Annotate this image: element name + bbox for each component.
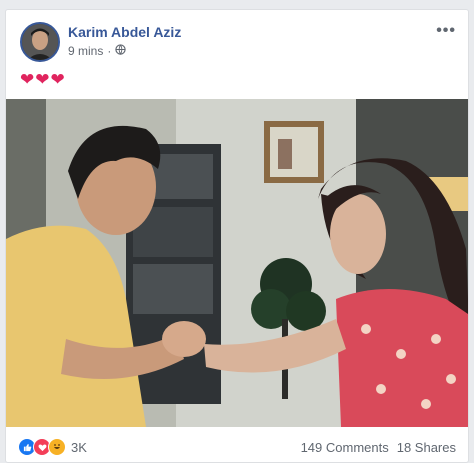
comments-count[interactable]: 149 Comments — [301, 440, 389, 455]
post-meta: 9 mins · — [68, 44, 127, 58]
haha-icon — [48, 438, 66, 456]
more-options-button[interactable]: ••• — [436, 22, 456, 40]
meta-separator: · — [107, 44, 112, 58]
author-avatar[interactable] — [20, 22, 60, 62]
avatar-photo — [22, 24, 58, 60]
post-card: Karim Abdel Aziz 9 mins · ••• ❤❤❤ 3K 149… — [5, 9, 469, 463]
post-caption: ❤❤❤ — [20, 70, 66, 89]
author-name[interactable]: Karim Abdel Aziz — [68, 24, 181, 40]
globe-icon[interactable] — [115, 44, 127, 58]
post-photo[interactable] — [6, 99, 468, 427]
shares-count[interactable]: 18 Shares — [397, 440, 456, 455]
reactions-count[interactable]: 3K — [71, 440, 87, 455]
reactions-summary[interactable]: 3K — [18, 438, 87, 456]
post-footer: 3K 149 Comments 18 Shares — [6, 434, 468, 462]
post-stats: 149 Comments 18 Shares — [301, 440, 456, 455]
post-time[interactable]: 9 mins — [68, 44, 103, 58]
